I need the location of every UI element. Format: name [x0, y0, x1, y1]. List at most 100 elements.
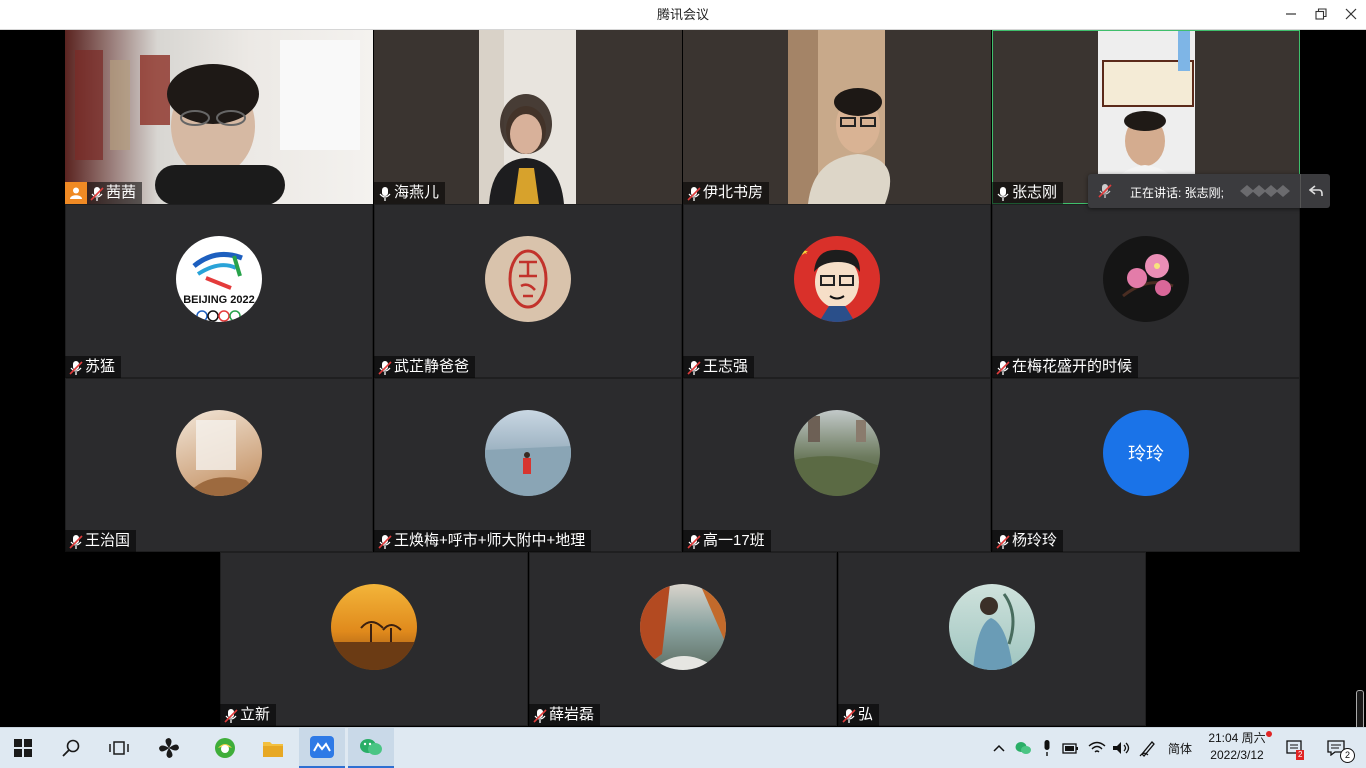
- notification-center-button[interactable]: 2: [1320, 728, 1355, 768]
- mic-muted-icon: [842, 707, 856, 723]
- tray-wifi[interactable]: [1086, 728, 1108, 768]
- name-tag: 张志刚: [992, 182, 1064, 204]
- participant-tile[interactable]: 王焕梅+呼市+师大附中+地理: [374, 378, 682, 552]
- tray-volume[interactable]: [1110, 728, 1132, 768]
- chevron-up-icon: [993, 744, 1005, 752]
- participant-name: 弘: [858, 706, 874, 723]
- clock-date: 2022/3/12: [1210, 748, 1264, 762]
- microphone-icon: [1044, 740, 1050, 756]
- battery-icon: [1062, 743, 1078, 754]
- tray-wechat[interactable]: [1012, 728, 1034, 768]
- mic-icon: [996, 185, 1010, 201]
- person-photo-icon: [186, 420, 262, 496]
- participant-tile[interactable]: 王志强: [683, 204, 991, 378]
- avatar: [331, 584, 417, 670]
- participant-tile[interactable]: 海燕儿: [374, 30, 682, 204]
- app-wechat[interactable]: [348, 728, 394, 768]
- avatar: [794, 410, 880, 496]
- mic-muted-icon: [533, 707, 547, 723]
- participant-tile[interactable]: 在梅花盛开的时候: [992, 204, 1300, 378]
- participant-tile[interactable]: 王治国: [65, 378, 373, 552]
- mic-muted-icon: [378, 359, 392, 375]
- wechat-icon: [360, 739, 382, 755]
- clock-time: 21:04 周六: [1208, 731, 1266, 745]
- name-tag: 海燕儿: [374, 182, 446, 204]
- name-tag: 在梅花盛开的时候: [992, 356, 1139, 378]
- mic-muted-icon: [69, 533, 83, 549]
- participant-tile[interactable]: 高一17班: [683, 378, 991, 552]
- participant-tile[interactable]: BEIJING 2022 苏猛: [65, 204, 373, 378]
- start-button[interactable]: [0, 728, 46, 768]
- name-tag: 王治国: [65, 530, 137, 552]
- mic-muted-icon: [996, 359, 1010, 375]
- tray-pen[interactable]: [1136, 728, 1160, 768]
- participant-tile[interactable]: 薛岩磊: [529, 552, 837, 726]
- painted-figure-icon: [973, 593, 1015, 670]
- tray-expand-button[interactable]: [990, 728, 1008, 768]
- task-view-icon: [109, 741, 129, 755]
- message-badge: 2: [1296, 750, 1305, 760]
- mic-muted-icon: [69, 359, 83, 375]
- collapse-button[interactable]: [1300, 174, 1331, 208]
- participant-name: 在梅花盛开的时候: [1012, 358, 1133, 375]
- tray-messages[interactable]: 2: [1282, 728, 1308, 768]
- participant-name: 王焕梅+呼市+师大附中+地理: [394, 532, 586, 549]
- beach-photo-icon: [485, 446, 571, 496]
- name-tag: 杨玲玲: [992, 530, 1064, 552]
- avatar: [640, 584, 726, 670]
- ime-indicator[interactable]: 简体: [1164, 728, 1196, 768]
- windows-icon: [14, 739, 32, 757]
- task-view-button[interactable]: [96, 728, 142, 768]
- taskbar: 简体 21:04 周六 2022/3/12 2 2: [0, 727, 1366, 768]
- beijing-2022-logo-icon: BEIJING 2022: [183, 251, 255, 322]
- participant-tile[interactable]: 茜茜: [65, 30, 373, 204]
- participant-tile[interactable]: 弘: [838, 552, 1146, 726]
- participant-name: 高一17班: [703, 532, 765, 549]
- close-button[interactable]: [1336, 0, 1366, 30]
- app-pinwheel[interactable]: [146, 728, 192, 768]
- cartoon-face-icon: [801, 248, 860, 322]
- restore-button[interactable]: [1306, 0, 1336, 30]
- tray-battery[interactable]: [1060, 728, 1082, 768]
- audio-wave-icon: [1238, 184, 1294, 201]
- video-feed: [683, 30, 991, 204]
- tray-microphone[interactable]: [1038, 728, 1056, 768]
- app-browser[interactable]: [202, 728, 248, 768]
- avatar: BEIJING 2022: [176, 236, 262, 322]
- mic-muted-icon: [378, 533, 392, 549]
- participant-tile[interactable]: 伊北书房: [683, 30, 991, 204]
- participant-name: 立新: [240, 706, 271, 723]
- autumn-landscape-icon: [640, 584, 726, 670]
- participant-name: 海燕儿: [394, 184, 440, 201]
- app-file-explorer[interactable]: [250, 728, 296, 768]
- participant-name: 茜茜: [106, 184, 137, 201]
- system-clock[interactable]: 21:04 周六 2022/3/12: [1200, 730, 1274, 764]
- participant-name: 张志刚: [1012, 184, 1058, 201]
- name-tag: 薛岩磊: [529, 704, 601, 726]
- participant-tile[interactable]: 立新: [220, 552, 528, 726]
- search-button[interactable]: [48, 728, 94, 768]
- video-feed: [65, 30, 373, 204]
- avatar-initials: 玲玲: [1128, 444, 1164, 464]
- pinwheel-icon: [159, 738, 179, 758]
- notification-count: 2: [1340, 748, 1355, 763]
- participant-name: 苏猛: [85, 358, 116, 375]
- search-icon: [62, 739, 80, 757]
- restore-icon: [1315, 8, 1327, 20]
- name-tag: 茜茜: [65, 182, 143, 204]
- mic-muted-icon: [687, 185, 701, 201]
- speaking-indicator[interactable]: 正在讲话: 张志刚;: [1088, 174, 1330, 208]
- plum-blossom-icon: [1122, 254, 1174, 298]
- clock-alert-dot: [1266, 731, 1272, 737]
- app-tencent-meeting[interactable]: [299, 728, 345, 768]
- name-tag: 高一17班: [683, 530, 771, 552]
- avatar: [485, 410, 571, 496]
- avatar: [485, 236, 571, 322]
- mic-muted-icon: [687, 359, 701, 375]
- mic-muted-icon: [90, 185, 104, 201]
- participant-tile[interactable]: 玲玲 杨玲玲: [992, 378, 1300, 552]
- video-grid: 茜茜 海燕儿 伊北书房 张志刚 BEIJING 2022 苏猛 武芷静爸爸 王志…: [0, 30, 1366, 750]
- participant-tile[interactable]: 武芷静爸爸: [374, 204, 682, 378]
- minimize-button[interactable]: [1276, 0, 1306, 30]
- participant-name: 王治国: [85, 532, 131, 549]
